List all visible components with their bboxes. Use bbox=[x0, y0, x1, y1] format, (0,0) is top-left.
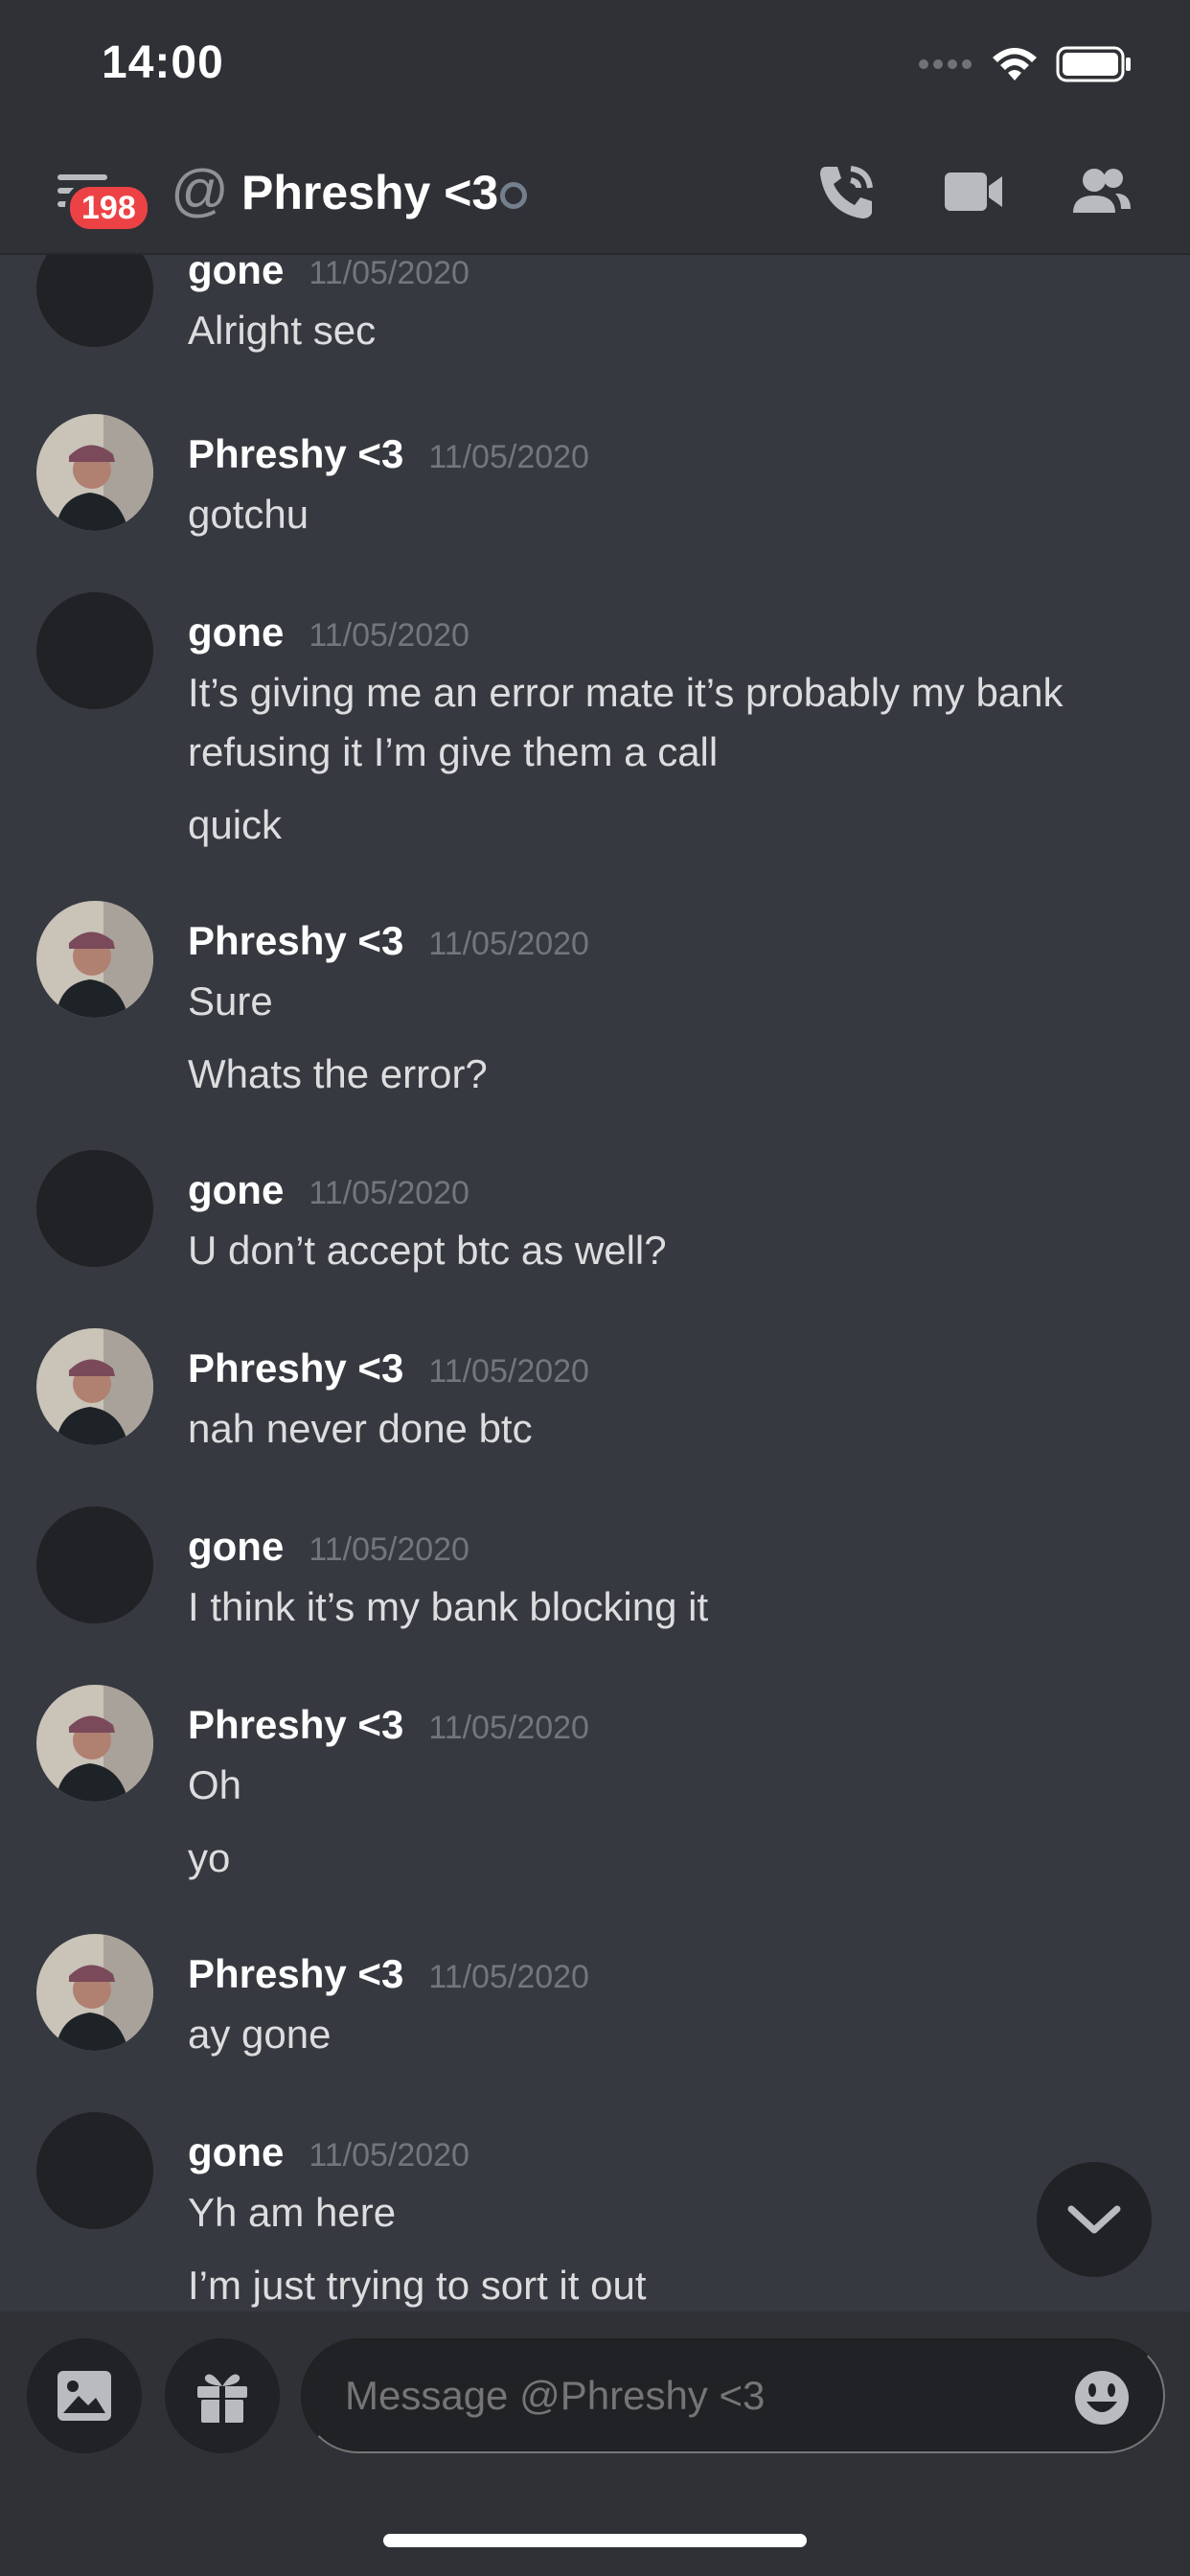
chat-header: 198 @ Phreshy <3 bbox=[0, 128, 1190, 255]
avatar[interactable] bbox=[36, 1934, 153, 2051]
author-name[interactable]: Phreshy <3 bbox=[188, 918, 403, 964]
message-input[interactable] bbox=[301, 2338, 1165, 2453]
message-header: gone 11/05/2020 bbox=[188, 1167, 469, 1213]
author-name[interactable]: gone bbox=[188, 610, 284, 656]
jump-to-bottom-button[interactable] bbox=[1037, 2162, 1152, 2277]
attach-image-button[interactable] bbox=[27, 2338, 142, 2453]
chevron-down-icon bbox=[1067, 2205, 1121, 2234]
author-name[interactable]: Phreshy <3 bbox=[188, 1702, 403, 1748]
avatar[interactable] bbox=[36, 2112, 153, 2229]
wifi-icon bbox=[993, 48, 1037, 80]
author-name[interactable]: gone bbox=[188, 255, 284, 293]
author-name[interactable]: Phreshy <3 bbox=[188, 1951, 403, 1997]
timestamp: 11/05/2020 bbox=[428, 1353, 589, 1390]
timestamp: 11/05/2020 bbox=[428, 1710, 589, 1746]
message-list[interactable]: gone 11/05/2020 Alright sec Phreshy <3 1… bbox=[0, 255, 1190, 2312]
timestamp: 11/05/2020 bbox=[309, 2137, 469, 2174]
message-header: Phreshy <3 11/05/2020 bbox=[188, 1702, 589, 1748]
author-name[interactable]: gone bbox=[188, 1524, 284, 1570]
message-header: gone 11/05/2020 bbox=[188, 2129, 469, 2175]
timestamp: 11/05/2020 bbox=[309, 1175, 469, 1211]
status-icons bbox=[918, 46, 1133, 82]
message-header: Phreshy <3 11/05/2020 bbox=[188, 431, 589, 477]
avatar[interactable] bbox=[36, 1506, 153, 1623]
status-time: 14:00 bbox=[102, 37, 224, 88]
message-text: quick bbox=[188, 802, 283, 847]
message-header: Phreshy <3 11/05/2020 bbox=[188, 1346, 589, 1392]
avatar[interactable] bbox=[36, 1150, 153, 1267]
avatar[interactable] bbox=[36, 901, 153, 1018]
message-text: U don’t accept btc as well? bbox=[188, 1228, 667, 1273]
message-text: refusing it I’m give them a call bbox=[188, 729, 719, 774]
timestamp: 11/05/2020 bbox=[428, 439, 589, 475]
message-header: gone 11/05/2020 bbox=[188, 610, 469, 656]
status-bar: 14:00 bbox=[0, 0, 1190, 128]
message-text: Yh am here bbox=[188, 2190, 397, 2235]
author-name[interactable]: Phreshy <3 bbox=[188, 1346, 403, 1392]
message-header: Phreshy <3 11/05/2020 bbox=[188, 918, 589, 964]
message-text: ay gone bbox=[188, 2012, 332, 2057]
message-text: Alright sec bbox=[188, 308, 377, 353]
message-composer bbox=[0, 2312, 1190, 2576]
message-header: gone 11/05/2020 bbox=[188, 1524, 469, 1570]
signal-dots-icon bbox=[919, 59, 972, 69]
author-name[interactable]: Phreshy <3 bbox=[188, 431, 403, 477]
emoji-icon bbox=[1075, 2371, 1129, 2425]
presence-status-icon bbox=[500, 182, 527, 209]
timestamp: 11/05/2020 bbox=[309, 255, 469, 291]
avatar[interactable] bbox=[36, 1685, 153, 1802]
timestamp: 11/05/2020 bbox=[309, 1531, 469, 1568]
at-icon: @ bbox=[171, 158, 229, 222]
message-header: gone 11/05/2020 bbox=[188, 255, 469, 293]
message-text: Whats the error? bbox=[188, 1051, 488, 1096]
author-name[interactable]: gone bbox=[188, 1167, 284, 1213]
timestamp: 11/05/2020 bbox=[309, 617, 469, 654]
dm-chat-screen: 14:00 198 @ Phreshy <3 gone 11/05/2020 A… bbox=[0, 0, 1190, 2576]
gift-icon bbox=[197, 2374, 247, 2423]
notification-badge: 198 bbox=[65, 182, 152, 234]
message-header: Phreshy <3 11/05/2020 bbox=[188, 1951, 589, 1997]
message-text: gotchu bbox=[188, 492, 309, 537]
battery-icon bbox=[1056, 46, 1131, 82]
avatar[interactable] bbox=[36, 255, 153, 347]
channel-title[interactable]: Phreshy <3 bbox=[241, 165, 498, 220]
call-icon[interactable] bbox=[812, 157, 881, 226]
message-text: I’m just trying to sort it out bbox=[188, 2263, 647, 2308]
gift-button[interactable] bbox=[165, 2338, 280, 2453]
message-text: nah never done btc bbox=[188, 1406, 533, 1451]
message-text: yo bbox=[188, 1835, 231, 1880]
avatar[interactable] bbox=[36, 414, 153, 531]
message-text: Oh bbox=[188, 1762, 242, 1807]
emoji-button[interactable] bbox=[1073, 2369, 1131, 2426]
home-indicator bbox=[383, 2534, 807, 2547]
avatar[interactable] bbox=[36, 1328, 153, 1445]
message-text: I think it’s my bank blocking it bbox=[188, 1584, 709, 1629]
avatar[interactable] bbox=[36, 592, 153, 709]
message-text: Sure bbox=[188, 978, 273, 1024]
video-icon[interactable] bbox=[939, 157, 1008, 226]
author-name[interactable]: gone bbox=[188, 2129, 284, 2175]
message-text: It’s giving me an error mate it’s probab… bbox=[188, 670, 1064, 715]
timestamp: 11/05/2020 bbox=[428, 1959, 589, 1995]
timestamp: 11/05/2020 bbox=[428, 926, 589, 962]
members-icon[interactable] bbox=[1065, 157, 1134, 226]
image-icon bbox=[57, 2371, 111, 2421]
